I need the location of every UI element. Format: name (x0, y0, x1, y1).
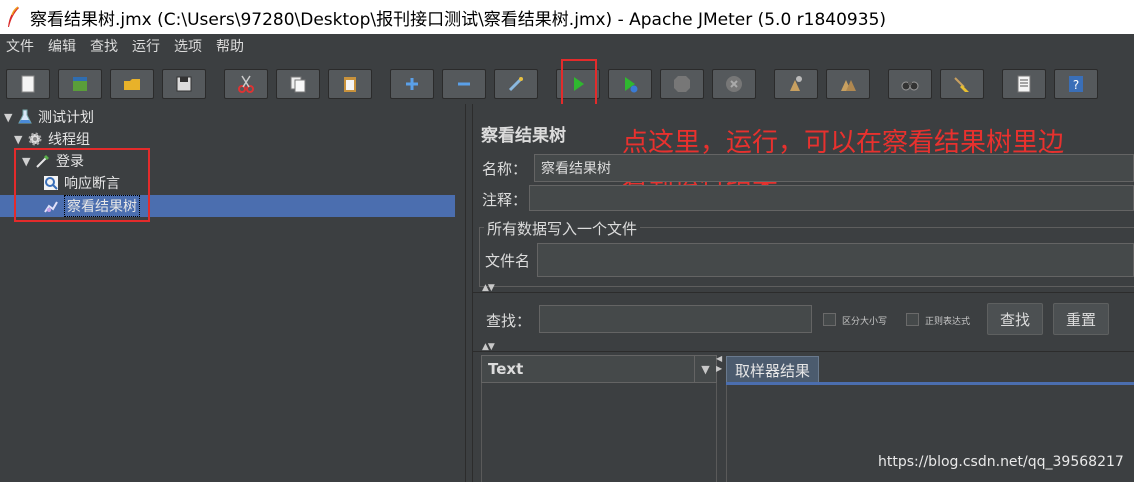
toggle-button[interactable] (494, 69, 538, 99)
copy-icon (290, 76, 306, 93)
collapse-icon (458, 82, 470, 86)
save-icon (176, 76, 192, 92)
open-button[interactable] (110, 69, 154, 99)
start-button-highlight (561, 59, 597, 108)
templates-icon (73, 77, 87, 91)
test-plan-icon (16, 108, 34, 126)
tree-item-thread-group[interactable]: ▼ 线程组 (14, 128, 90, 150)
filename-input[interactable] (537, 243, 1134, 277)
jmeter-feather-icon (8, 6, 19, 27)
name-label: 名称： (482, 160, 528, 178)
menu-help[interactable]: 帮助 (216, 36, 244, 56)
shutdown-button[interactable] (712, 69, 756, 99)
tree-item-label: 测试计划 (38, 110, 94, 126)
reset-search-button[interactable] (940, 69, 984, 99)
menu-search[interactable]: 查找 (90, 36, 118, 56)
login-group-highlight (14, 148, 150, 222)
menu-options[interactable]: 选项 (174, 36, 202, 56)
menu-edit[interactable]: 编辑 (48, 36, 76, 56)
regex-checkbox[interactable] (906, 313, 919, 326)
renderer-select-value: Text (488, 360, 524, 378)
tree-item-label: 线程组 (48, 132, 90, 148)
copy-button[interactable] (276, 69, 320, 99)
paste-button[interactable] (328, 69, 372, 99)
templates-button[interactable] (58, 69, 102, 99)
search-button[interactable] (888, 69, 932, 99)
new-icon (21, 75, 35, 93)
menu-bar: 文件 编辑 查找 运行 选项 帮助 (0, 34, 1134, 58)
comment-label: 注释： (482, 191, 528, 209)
clear-icon (790, 76, 802, 91)
results-list[interactable] (481, 383, 717, 482)
name-input-extension[interactable] (617, 154, 1134, 182)
regex-label: 正则表达式 (925, 317, 971, 327)
clear-button[interactable] (774, 69, 818, 99)
cut-button[interactable] (224, 69, 268, 99)
function-helper-icon (1017, 75, 1031, 93)
reset-search-icon (954, 77, 969, 92)
search-icon (901, 81, 919, 91)
chevron-down-icon: ▼ (694, 356, 716, 382)
search-input[interactable] (539, 305, 812, 333)
expand-arrow-icon: ▼ (4, 110, 13, 124)
paste-icon (344, 77, 356, 92)
stop-button[interactable] (660, 69, 704, 99)
case-sensitive-checkbox[interactable] (823, 313, 836, 326)
expand-icon (406, 78, 418, 90)
tab-sampler-result[interactable]: 取样器结果 (726, 356, 819, 383)
open-icon (124, 79, 140, 90)
horizontal-splitter-arrows-icon[interactable]: ◀ ▶ (716, 354, 724, 374)
clear-all-icon (841, 80, 856, 91)
expand-all-button[interactable] (390, 69, 434, 99)
help-icon: ? (1069, 76, 1083, 92)
window-title: 察看结果树.jmx (C:\Users\97280\Desktop\报刊接口测试… (30, 9, 887, 30)
renderer-select[interactable]: Text ▼ (481, 355, 717, 383)
svg-text:?: ? (1073, 78, 1079, 92)
separator-line (473, 292, 1134, 293)
split-pane-divider[interactable] (465, 104, 473, 482)
window-titlebar: 察看结果树.jmx (C:\Users\97280\Desktop\报刊接口测试… (0, 0, 1134, 34)
comment-input[interactable] (529, 185, 1134, 211)
file-group-title: 所有数据写入一个文件 (484, 218, 641, 239)
tree-item-test-plan[interactable]: ▼ 测试计划 (4, 106, 94, 128)
separator-line (473, 351, 1134, 352)
toggle-icon (508, 76, 524, 92)
thread-group-icon (26, 130, 44, 148)
start-no-pauses-button[interactable] (608, 69, 652, 99)
menu-run[interactable]: 运行 (132, 36, 160, 56)
filename-label: 文件名 (485, 252, 531, 270)
help-button[interactable]: ? (1054, 69, 1098, 99)
case-sensitive-label: 区分大小写 (842, 317, 888, 327)
collapse-all-button[interactable] (442, 69, 486, 99)
watermark: https://blog.csdn.net/qq_39568217 (878, 454, 1124, 470)
reset-button[interactable]: 重置 (1053, 303, 1109, 335)
panel-title: 察看结果树 (481, 126, 566, 146)
clear-all-button[interactable] (826, 69, 870, 99)
stop-icon (674, 76, 690, 92)
save-button[interactable] (162, 69, 206, 99)
menu-file[interactable]: 文件 (6, 36, 34, 56)
function-helper-button[interactable] (1002, 69, 1046, 99)
search-button[interactable]: 查找 (987, 303, 1043, 335)
shutdown-icon (726, 76, 742, 92)
start-no-pause-icon (625, 77, 638, 93)
new-button[interactable] (6, 69, 50, 99)
cut-icon (238, 75, 254, 93)
search-label: 查找： (486, 312, 532, 330)
expand-arrow-icon: ▼ (14, 132, 23, 146)
